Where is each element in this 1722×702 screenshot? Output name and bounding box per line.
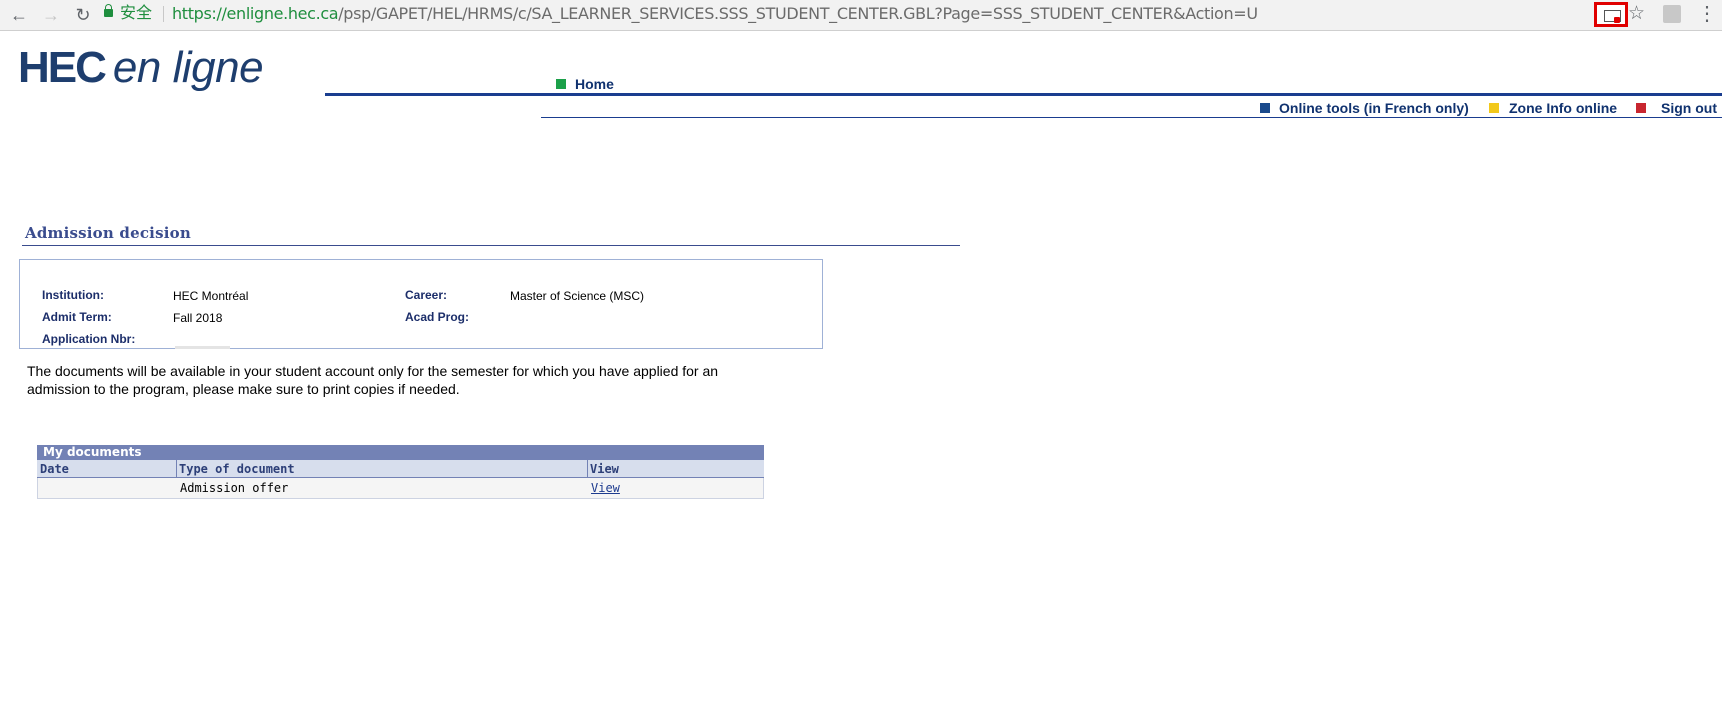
institution-label: Institution: (42, 288, 104, 302)
lock-icon (104, 4, 113, 17)
admit-term-value: Fall 2018 (173, 311, 223, 325)
sign-out-link[interactable]: Sign out (1661, 100, 1717, 116)
url-path: /psp/GAPET/HEL/HRMS/c/SA_LEARNER_SERVICE… (338, 4, 1258, 23)
online-tools-square-icon (1260, 103, 1270, 113)
application-nbr-label: Application Nbr: (42, 332, 136, 346)
hec-logo[interactable]: HEC en ligne (18, 43, 264, 92)
documents-table-title: My documents (43, 445, 142, 459)
header-subrule (541, 117, 1722, 118)
address-bar[interactable]: 安全 https://enligne.hec.ca/psp/GAPET/HEL/… (104, 3, 1614, 25)
bookmark-star-icon[interactable]: ☆ (1628, 3, 1645, 25)
address-separator (163, 6, 164, 22)
page-title: Admission decision (25, 224, 191, 242)
column-header-type: Type of document (179, 462, 295, 476)
zone-info-link[interactable]: Zone Info online (1509, 100, 1617, 116)
documents-notice: The documents will be available in your … (27, 363, 719, 397)
extension-card-icon[interactable] (1594, 2, 1628, 27)
row-date-redacted (40, 481, 120, 495)
documents-table-header-row: Date Type of document View (37, 460, 764, 478)
documents-table-title-bar: My documents (37, 445, 764, 460)
admit-term-label: Admit Term: (42, 310, 112, 324)
column-divider (176, 460, 177, 478)
application-nbr-redacted (175, 346, 230, 349)
column-divider (587, 460, 588, 478)
browser-toolbar: ← → ↻ 安全 https://enligne.hec.ca/psp/GAPE… (0, 0, 1722, 31)
forward-arrow-icon[interactable]: → (40, 4, 62, 26)
card-badge (1614, 17, 1620, 23)
url-host: https://enligne.hec.ca (172, 4, 339, 23)
career-value: Master of Science (MSC) (510, 289, 645, 303)
column-header-date: Date (40, 462, 69, 476)
home-square-icon (556, 79, 566, 89)
secure-label: 安全 (120, 5, 153, 22)
row-document-type: Admission offer (180, 481, 289, 495)
header-rule (325, 93, 1722, 96)
acad-prog-label: Acad Prog: (405, 310, 470, 324)
pdf-extension-icon[interactable] (1663, 5, 1681, 23)
view-document-link[interactable]: View (591, 481, 620, 496)
back-arrow-icon[interactable]: ← (8, 4, 30, 26)
logo-hec: HEC (18, 43, 107, 92)
documents-table: My documents Date Type of document View … (37, 445, 764, 499)
url-text[interactable]: https://enligne.hec.ca/psp/GAPET/HEL/HRM… (172, 3, 1258, 25)
column-header-view: View (590, 462, 619, 476)
title-rule (22, 245, 960, 246)
table-row: Admission offer View (37, 478, 764, 499)
reload-icon[interactable]: ↻ (72, 4, 94, 26)
online-tools-link[interactable]: Online tools (in French only) (1279, 100, 1469, 116)
browser-menu-icon[interactable]: ⋮ (1697, 3, 1717, 25)
career-label: Career: (405, 288, 448, 302)
logo-en-ligne: en ligne (112, 43, 264, 92)
admission-info-box (19, 259, 823, 349)
sign-out-square-icon (1636, 103, 1646, 113)
institution-value: HEC Montréal (173, 289, 249, 303)
zone-info-square-icon (1489, 103, 1499, 113)
home-link[interactable]: Home (575, 76, 614, 92)
